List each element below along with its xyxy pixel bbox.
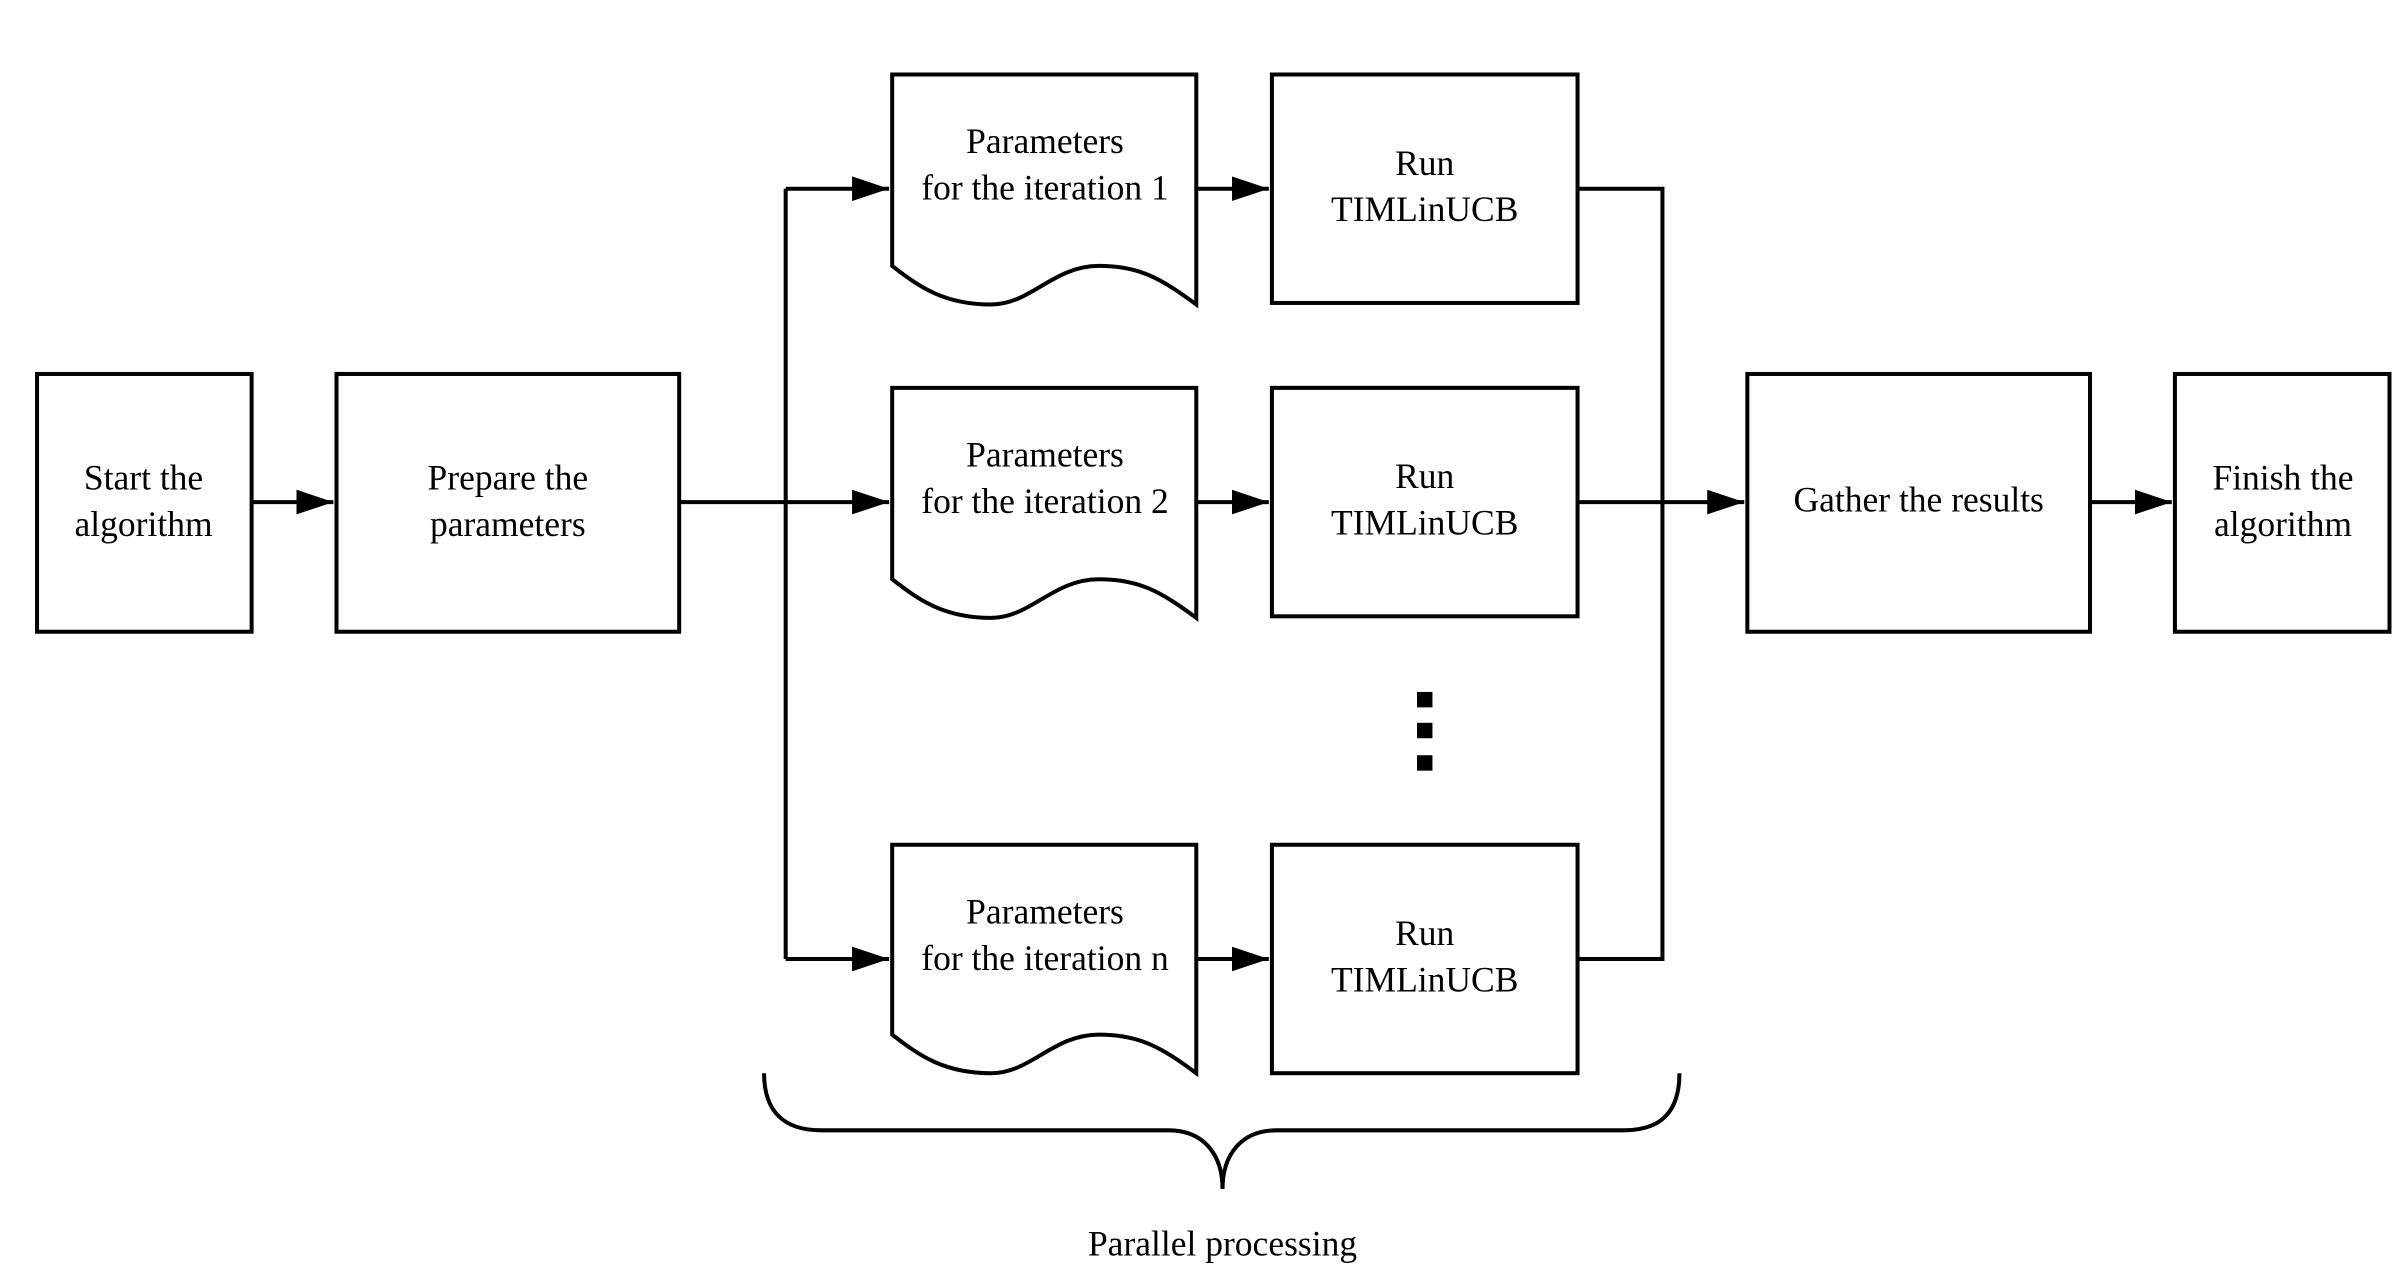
fanin-connector: [1577, 186, 1665, 961]
params-1-line1: Parameters: [966, 121, 1124, 161]
finish-label-line2: algorithm: [2214, 504, 2352, 544]
params-n-line1: Parameters: [966, 891, 1124, 931]
prepare-label-line1: Prepare the: [428, 458, 589, 498]
finish-node: Finish the algorithm: [2172, 371, 2392, 634]
start-node: Start the algorithm: [35, 371, 254, 634]
fanout-connector: [679, 188, 788, 959]
params-1-line2: for the iteration 1: [921, 168, 1168, 208]
run-n-line1: Run: [1395, 913, 1454, 953]
gather-node: Gather the results: [1745, 371, 2093, 634]
run-n-line2: TIMLinUCB: [1331, 959, 1518, 999]
gather-label: Gather the results: [1793, 479, 2043, 519]
curly-brace: [762, 1073, 1682, 1189]
run-node-2: Run TIMLinUCB: [1269, 385, 1580, 619]
start-label-line2: algorithm: [75, 504, 213, 544]
run-2-line1: Run: [1395, 456, 1454, 496]
run-node-n: Run TIMLinUCB: [1269, 842, 1580, 1076]
params-node-2: Parameters for the iteration 2: [890, 385, 1199, 622]
run-2-line2: TIMLinUCB: [1331, 502, 1518, 542]
vertical-ellipsis: [1417, 691, 1433, 771]
params-2-line1: Parameters: [966, 435, 1124, 475]
params-n-line2: for the iteration n: [921, 938, 1169, 978]
params-node-n: Parameters for the iteration n: [890, 842, 1199, 1078]
run-node-1: Run TIMLinUCB: [1269, 72, 1580, 305]
flowchart: Start the algorithm Prepare the paramete…: [35, 72, 2392, 1263]
start-label-line1: Start the: [84, 458, 203, 498]
params-2-line2: for the iteration 2: [921, 481, 1168, 521]
run-1-line1: Run: [1395, 143, 1454, 183]
params-node-1: Parameters for the iteration 1: [890, 72, 1199, 309]
finish-label-line1: Finish the: [2212, 458, 2353, 498]
run-1-line2: TIMLinUCB: [1331, 189, 1518, 229]
prepare-node: Prepare the parameters: [334, 371, 682, 634]
brace-label: Parallel processing: [1088, 1223, 1357, 1263]
prepare-label-line2: parameters: [430, 504, 586, 544]
